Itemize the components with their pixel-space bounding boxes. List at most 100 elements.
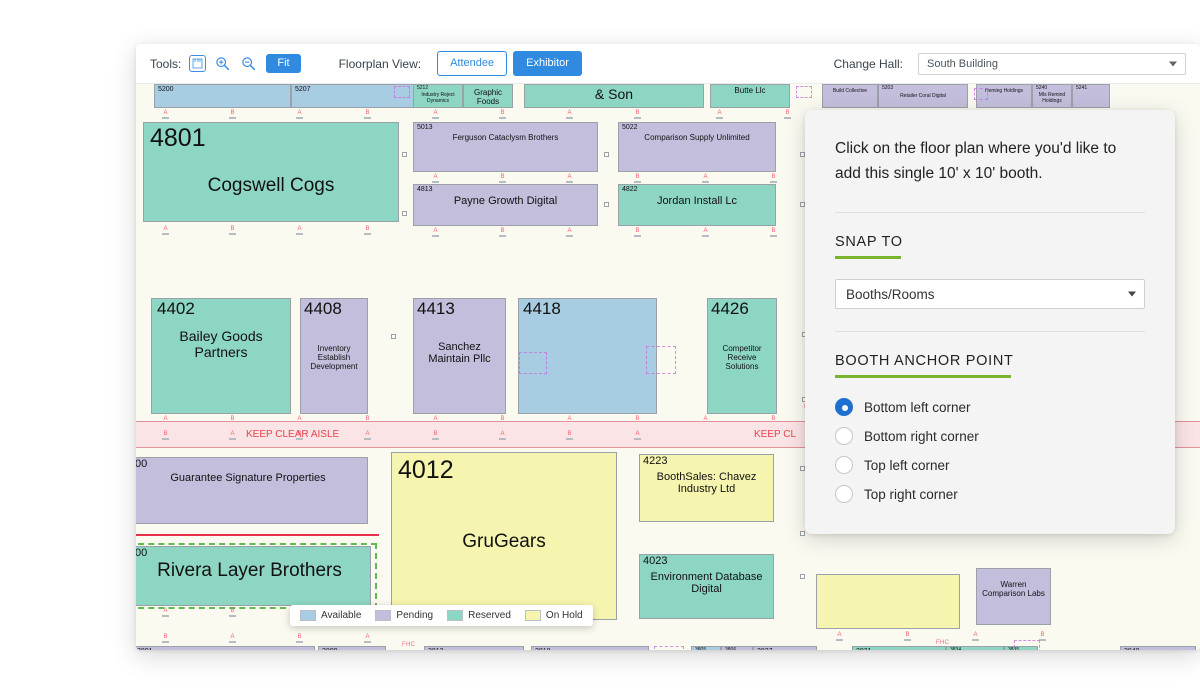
booth-name: Inventory Establish Development (301, 345, 367, 372)
zoom-out-icon[interactable] (238, 54, 258, 74)
booth-anchor-point-title: BOOTH ANCHOR POINT (835, 353, 1014, 369)
booth-and-son[interactable]: & Son (524, 84, 704, 108)
booth-handle[interactable] (391, 334, 396, 339)
booth-5200[interactable]: 5200 (154, 84, 291, 108)
booth-5241[interactable]: 5241 (1072, 84, 1110, 108)
booth-number: 3834 (950, 648, 961, 650)
booth-5203[interactable]: 5203 Retailer Coral Digital (878, 84, 968, 108)
booth-5022[interactable]: 5022 Comparison Supply Unlimited (618, 122, 776, 172)
radio-icon[interactable] (835, 456, 853, 474)
anchor-option-bottom-left[interactable]: Bottom left corner (835, 398, 1145, 416)
booth-5013[interactable]: 5013 Ferguson Cataclysm Brothers (413, 122, 598, 172)
marker-b: B (432, 431, 439, 440)
booth-number: 3831 (856, 648, 872, 650)
fit-button[interactable]: Fit (266, 54, 300, 73)
booth-number: 3840 (1124, 648, 1140, 650)
booth-name: Payne Growth Digital (414, 195, 597, 207)
anchor-option-bottom-right[interactable]: Bottom right corner (835, 427, 1145, 445)
booth-3831[interactable]: 3831 Cunningham Mouse Lc (852, 646, 946, 650)
booth-name: Mls Remind Holdings (1033, 93, 1071, 104)
ruler-icon[interactable] (189, 55, 206, 72)
booth-4801[interactable]: 4801 Cogswell Cogs (143, 122, 399, 222)
booth-4413[interactable]: 4413 Sanchez Maintain Pllc (413, 298, 506, 414)
booth-3818[interactable]: 3818 Marshall Afford Specialties (531, 646, 649, 650)
booth-3806[interactable]: 3806 Margin Condition Dynamics (721, 646, 753, 650)
booth-handle[interactable] (402, 211, 407, 216)
booth-warren-comparison-labs[interactable]: Warren Comparison Labs (976, 568, 1051, 625)
floorplan-view-label: Floorplan View: (339, 57, 422, 71)
booth-number: 5022 (622, 124, 638, 131)
booth-handle[interactable] (800, 574, 805, 579)
booth-4813[interactable]: 4813 Payne Growth Digital (413, 184, 598, 226)
booth-name: BoothSales: Chavez Industry Ltd (640, 471, 773, 496)
booth-number: 3801 (137, 648, 153, 650)
booth-4023[interactable]: 4023 Environment Database Digital (639, 554, 774, 619)
booth-4408[interactable]: 4408 Inventory Establish Development (300, 298, 368, 414)
booth-5212[interactable]: 5212 Industry Reject Dynamics (413, 84, 463, 108)
booth-handle[interactable] (604, 152, 609, 157)
booth-handle[interactable] (402, 152, 407, 157)
marker-b: B (770, 228, 777, 237)
booth-name: Ferguson Cataclysm Brothers (414, 134, 597, 143)
marker-a: A (566, 174, 573, 183)
booth-handle[interactable] (800, 531, 805, 536)
marker-b: B (296, 634, 303, 643)
booth-butte-llc[interactable]: Butte Llc (710, 84, 790, 108)
booth-4402[interactable]: 4402 Bailey Goods Partners (151, 298, 291, 414)
zoom-in-icon[interactable] (212, 54, 232, 74)
anchor-option-label: Top left corner (864, 458, 950, 473)
marker-b: B (904, 632, 911, 641)
booth-4426[interactable]: 4426 Competitor Receive Solutions (707, 298, 777, 414)
booth-3809[interactable]: 3809 International (318, 646, 386, 650)
marker-b: B (229, 608, 236, 617)
booth-number: 5013 (417, 124, 433, 131)
marker-a: A (432, 174, 439, 183)
chevron-down-icon (1128, 292, 1136, 297)
booth-handle[interactable] (604, 202, 609, 207)
legend-label: On Hold (546, 610, 583, 621)
radio-icon[interactable] (835, 427, 853, 445)
legend-swatch-reserved (447, 610, 463, 621)
booth-4012[interactable]: 4012 GruGears (391, 452, 617, 620)
booth-3813[interactable]: 3813 Johnston Creep Partners (424, 646, 524, 650)
booth-hold-right[interactable] (816, 574, 960, 629)
marker-a: A (432, 110, 439, 119)
hall-select[interactable]: South Building (918, 53, 1186, 75)
anchor-option-top-left[interactable]: Top left corner (835, 456, 1145, 474)
marker-b: B (499, 174, 506, 183)
scatter-cluster (654, 646, 684, 650)
anchor-option-label: Bottom left corner (864, 400, 971, 415)
booth-name: Guarantee Signature Properties (136, 472, 367, 484)
booth-build-collective[interactable]: Build Collective (822, 84, 878, 108)
booth-guarantee-signature-properties[interactable]: 00 Guarantee Signature Properties (136, 457, 368, 524)
booth-3827[interactable]: 3827 Kelley Open Prestige (753, 646, 817, 650)
marker-a: A (702, 174, 709, 183)
booth-3834-upper[interactable]: 3834 Jones Build Holdings (946, 646, 1004, 650)
booth-anchor-point-underline (835, 375, 1011, 378)
tools-label: Tools: (150, 57, 181, 71)
marker-b: B (364, 110, 371, 119)
radio-icon[interactable] (835, 398, 853, 416)
booth-graphic-foods[interactable]: Graphic Foods (463, 84, 513, 108)
anchor-option-label: Top right corner (864, 487, 958, 502)
booth-4223[interactable]: 4223 BoothSales: Chavez Industry Ltd (639, 454, 774, 522)
booth-3840[interactable]: 3840 Mista S (1120, 646, 1196, 650)
marker-a: A (634, 431, 641, 440)
legend-item-reserved: Reserved (447, 610, 511, 621)
booth-3801[interactable]: 3801 Holdings (136, 646, 315, 650)
booth-name: Jordan Install Lc (619, 195, 775, 207)
marker-b: B (499, 110, 506, 119)
anchor-option-top-right[interactable]: Top right corner (835, 485, 1145, 503)
booth-5240[interactable]: 5240 Mls Remind Holdings (1032, 84, 1072, 108)
booth-rivera-layer-brothers[interactable]: 00 Rivera Layer Brothers (136, 546, 371, 606)
marker-b: B (770, 174, 777, 183)
view-attendee-button[interactable]: Attendee (437, 51, 507, 75)
booth-4822[interactable]: 4822 Jordan Install Lc (618, 184, 776, 226)
view-exhibitor-button[interactable]: Exhibitor (513, 51, 582, 75)
booth-3805[interactable]: 3805 (691, 646, 721, 650)
scatter-cluster (974, 88, 988, 100)
scatter-cluster (394, 86, 410, 98)
snap-to-select[interactable]: Booths/Rooms (835, 279, 1145, 309)
marker-a: A (364, 634, 371, 643)
radio-icon[interactable] (835, 485, 853, 503)
